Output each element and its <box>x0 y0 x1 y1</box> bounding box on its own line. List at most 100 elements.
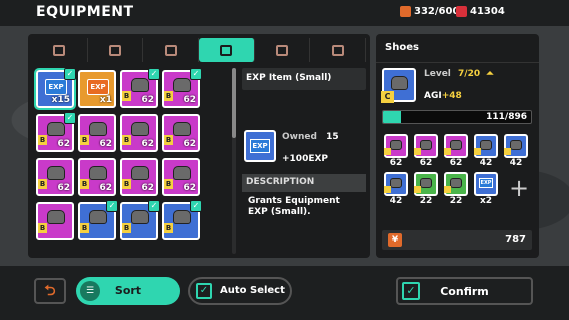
item-grid: EXP x15 ✓ EXP x1 B 62 ✓ B 62 ✓ B 62 ✓ B 62 B 62 B 62 B 62 B 62 B… <box>34 68 230 240</box>
shoes-icon <box>220 44 233 56</box>
exp-bonus: +100EXP <box>282 154 329 164</box>
material-icon <box>444 172 468 196</box>
material-quantity: 62 <box>389 158 403 168</box>
material-slot[interactable]: EXP x2 <box>474 172 498 206</box>
inventory-item[interactable]: B 62 ✓ <box>36 112 76 152</box>
shoes-icon <box>173 78 191 92</box>
shoes-icon <box>450 140 462 150</box>
item-quantity: 62 <box>141 95 154 105</box>
inventory-item[interactable]: B 62 <box>120 158 158 196</box>
material-icon <box>414 134 438 158</box>
tab-3[interactable] <box>199 38 255 62</box>
tab-2[interactable] <box>143 38 200 62</box>
item-quantity: 62 <box>99 183 112 193</box>
material-slot[interactable]: 22 <box>414 172 438 206</box>
gem-value: 41304 <box>470 6 505 17</box>
inventory-item[interactable]: B ✓ <box>78 200 118 240</box>
scrollbar-thumb[interactable] <box>232 68 236 138</box>
shoes-icon <box>89 210 107 224</box>
inventory-item[interactable]: B 62 <box>162 114 200 152</box>
material-slot[interactable]: 62 <box>414 134 438 168</box>
inventory-item[interactable]: EXP x1 <box>78 70 116 108</box>
inventory-panel: EXP x15 ✓ EXP x1 B 62 ✓ B 62 ✓ B 62 ✓ B 62 B 62 B 62 B 62 B 62 B… <box>28 34 370 258</box>
owned-label: Owned <box>282 132 317 142</box>
inventory-item[interactable]: EXP x15 ✓ <box>34 68 76 110</box>
inventory-item[interactable]: B ✓ <box>120 200 160 240</box>
grade-badge: B <box>80 223 89 233</box>
sort-button[interactable]: ☰ Sort <box>76 277 180 305</box>
target-item-icon[interactable]: C <box>381 68 416 103</box>
material-slot[interactable]: 42 <box>384 172 408 206</box>
confirm-button[interactable]: ✓ Confirm <box>396 277 533 305</box>
inventory-item[interactable]: B 62 ✓ <box>162 68 202 108</box>
coin-icon: ¥ <box>388 233 402 247</box>
divider <box>376 62 539 63</box>
material-slot[interactable]: 42 <box>504 134 528 168</box>
owned-value: 15 <box>326 132 339 142</box>
grade-badge <box>444 186 451 193</box>
tab-4[interactable] <box>255 38 311 62</box>
checkmark-icon: ✓ <box>148 200 160 212</box>
item-quantity: 62 <box>183 139 196 149</box>
tab-5[interactable] <box>310 38 367 62</box>
material-icon <box>384 134 408 158</box>
material-slot[interactable]: 62 <box>444 134 468 168</box>
material-icon <box>504 134 528 158</box>
inventory-item[interactable]: B 62 <box>78 158 116 196</box>
add-material-button[interactable]: + <box>506 176 532 202</box>
item-quantity: 62 <box>57 183 70 193</box>
material-slot[interactable]: 42 <box>474 134 498 168</box>
description-text: Grants Equipment EXP (Small). <box>248 196 340 217</box>
weapon-icon <box>53 44 66 56</box>
inventory-item[interactable]: B 62 <box>36 158 74 196</box>
checkmark-icon: ✓ <box>64 112 76 124</box>
grade-badge: B <box>38 135 47 145</box>
item-quantity: 62 <box>99 139 112 149</box>
inventory-item[interactable]: B 62 <box>78 114 116 152</box>
back-button[interactable]: ⮌ <box>34 278 66 304</box>
inventory-item[interactable]: B <box>36 202 74 240</box>
shoes-icon <box>420 140 432 150</box>
item-quantity: 62 <box>183 183 196 193</box>
energy-value: 332/600 <box>414 6 460 17</box>
material-quantity: 62 <box>419 158 433 168</box>
inventory-item[interactable]: B ✓ <box>162 200 202 240</box>
shoes-icon <box>173 166 191 180</box>
exp-icon: EXP <box>87 79 109 95</box>
target-name: Shoes <box>385 42 419 53</box>
bottom-bar: ⮌ ☰ Sort ✓ Auto Select ✓ Confirm <box>0 266 569 320</box>
item-detail: EXP Item (Small) EXP Owned 15 +100EXP DE… <box>242 68 366 256</box>
item-name: EXP Item (Small) <box>242 68 366 90</box>
exp-icon: EXP <box>250 139 270 153</box>
shoes-icon <box>173 210 191 224</box>
xp-text: 111/896 <box>486 112 527 122</box>
cost-row: ¥ 787 <box>382 230 532 250</box>
grade-badge: B <box>80 179 89 189</box>
level-up-arrow-icon: ⏶ <box>486 69 494 79</box>
grade-badge: B <box>122 135 131 145</box>
item-scrollbar[interactable] <box>232 68 236 254</box>
inventory-item[interactable]: B 62 <box>162 158 200 196</box>
shoes-icon <box>131 122 149 136</box>
shoes-icon <box>510 140 522 150</box>
material-quantity: 22 <box>419 196 433 206</box>
item-quantity: x15 <box>51 95 70 105</box>
tab-1[interactable] <box>88 38 144 62</box>
shoes-icon <box>450 178 462 188</box>
page-title: EQUIPMENT <box>36 4 134 20</box>
grade-badge: C <box>381 91 394 103</box>
tab-0[interactable] <box>32 38 88 62</box>
material-quantity: 42 <box>509 158 523 168</box>
description-heading: DESCRIPTION <box>242 174 366 192</box>
item-quantity: x1 <box>99 95 112 105</box>
material-slot[interactable]: 22 <box>444 172 468 206</box>
inventory-item[interactable]: B 62 ✓ <box>120 68 160 108</box>
grade-badge <box>384 186 391 193</box>
grade-badge <box>504 148 511 155</box>
material-slot[interactable]: 62 <box>384 134 408 168</box>
energy-counter: 332/600 <box>400 6 459 17</box>
material-quantity: 22 <box>449 196 463 206</box>
inventory-item[interactable]: B 62 <box>120 114 158 152</box>
grade-badge: B <box>164 223 173 233</box>
auto-select-button[interactable]: ✓ Auto Select <box>188 277 292 305</box>
